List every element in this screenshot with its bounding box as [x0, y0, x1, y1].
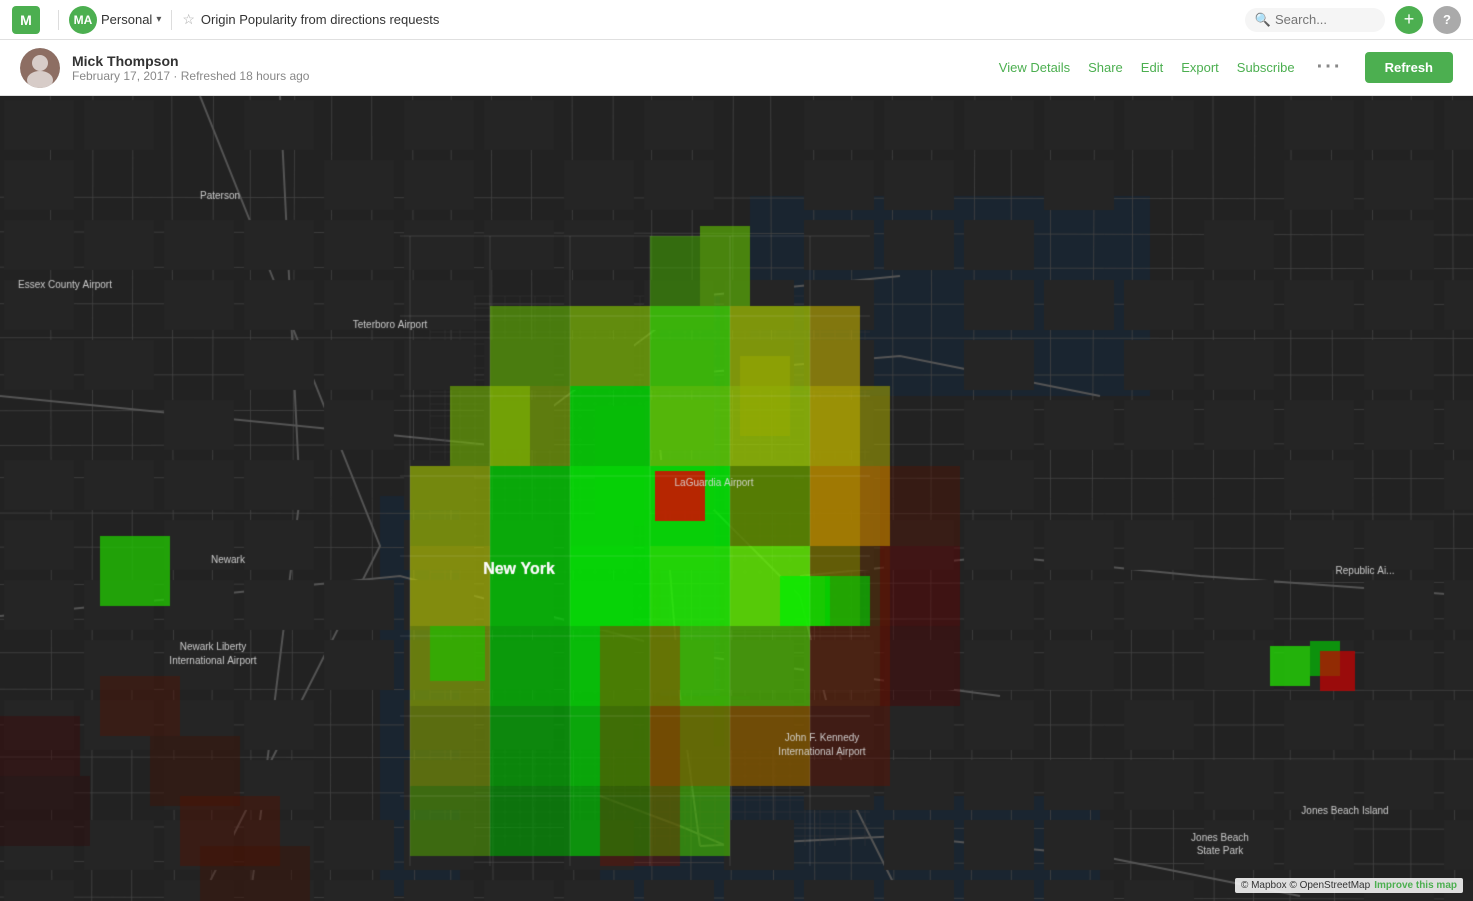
map-attribution: © Mapbox © OpenStreetMap Improve this ma…	[1235, 878, 1463, 893]
search-icon: 🔍	[1255, 12, 1271, 28]
help-button[interactable]: ?	[1433, 6, 1461, 34]
subscribe-link[interactable]: Subscribe	[1237, 60, 1295, 75]
app-logo: M	[12, 6, 40, 34]
map-canvas	[0, 96, 1473, 901]
avatar: MA	[69, 6, 97, 34]
improve-map-link[interactable]: Improve this map	[1374, 880, 1457, 891]
share-link[interactable]: Share	[1088, 60, 1123, 75]
view-details-link[interactable]: View Details	[999, 60, 1070, 75]
export-link[interactable]: Export	[1181, 60, 1219, 75]
map-title-text: Origin Popularity from directions reques…	[201, 12, 439, 27]
map-container[interactable]: © Mapbox © OpenStreetMap Improve this ma…	[0, 96, 1473, 901]
user-info: Mick Thompson February 17, 2017 · Refres…	[72, 53, 309, 83]
add-button[interactable]: +	[1395, 6, 1423, 34]
nav-search-area: 🔍 + ?	[1245, 6, 1461, 34]
map-title-area: ☆ Origin Popularity from directions requ…	[182, 11, 439, 28]
more-options-button[interactable]: ···	[1313, 56, 1347, 79]
attribution-text: © Mapbox © OpenStreetMap	[1241, 880, 1370, 891]
nav-separator-2	[171, 10, 172, 30]
search-box[interactable]: 🔍	[1245, 8, 1385, 32]
account-switcher[interactable]: MA Personal ▾	[69, 6, 161, 34]
account-name: Personal	[101, 12, 152, 27]
nav-separator	[58, 10, 59, 30]
search-input[interactable]	[1275, 12, 1375, 27]
user-name: Mick Thompson	[72, 53, 309, 69]
top-nav: M MA Personal ▾ ☆ Origin Popularity from…	[0, 0, 1473, 40]
edit-link[interactable]: Edit	[1141, 60, 1163, 75]
user-avatar	[20, 48, 60, 88]
subheader: Mick Thompson February 17, 2017 · Refres…	[0, 40, 1473, 96]
user-meta: February 17, 2017 · Refreshed 18 hours a…	[72, 69, 309, 83]
account-caret-icon: ▾	[156, 14, 161, 25]
subheader-actions: View Details Share Edit Export Subscribe…	[999, 52, 1453, 83]
refresh-button[interactable]: Refresh	[1365, 52, 1453, 83]
favorite-star-icon[interactable]: ☆	[182, 11, 195, 28]
